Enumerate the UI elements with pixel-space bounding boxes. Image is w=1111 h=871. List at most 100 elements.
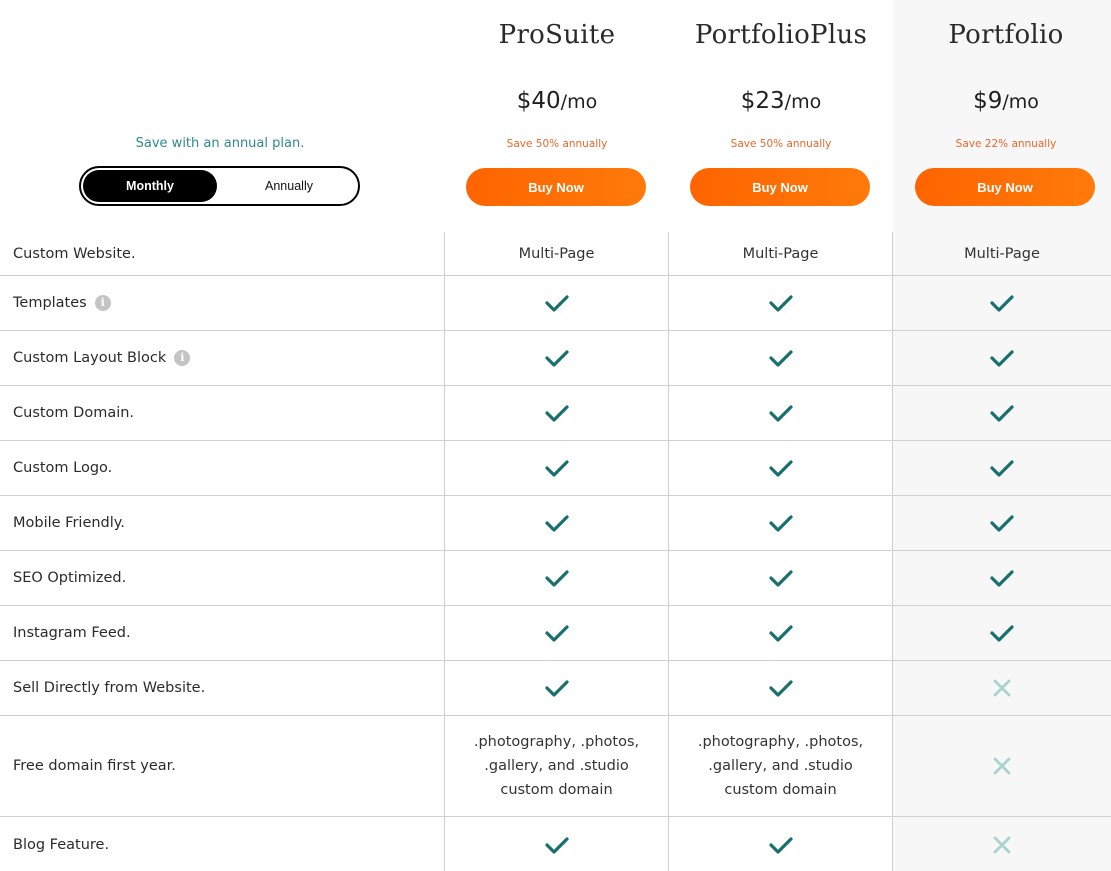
feature-value-prosuite xyxy=(445,386,669,440)
feature-label-text: Sell Directly from Website. xyxy=(13,680,206,696)
check-icon xyxy=(544,293,570,313)
feature-label-text: Custom Layout Block xyxy=(13,350,167,366)
feature-label: Mobile Friendly. xyxy=(0,496,445,550)
plan-savings: Save 50% annually xyxy=(506,138,608,150)
feature-value-portfolio xyxy=(893,331,1111,385)
check-icon xyxy=(768,458,794,478)
feature-value-prosuite xyxy=(445,331,669,385)
feature-row: Instagram Feed. xyxy=(0,606,1111,661)
check-icon xyxy=(989,293,1015,313)
plan-header-portfolioplus: PortfolioPlus $23/mo Save 50% annually B… xyxy=(669,0,893,232)
feature-value-portfolioplus xyxy=(669,441,893,495)
feature-value-portfolio xyxy=(893,276,1111,330)
feature-label-text: Blog Feature. xyxy=(13,836,110,853)
feature-row: Mobile Friendly. xyxy=(0,496,1111,551)
check-icon xyxy=(989,568,1015,588)
feature-label: Custom Domain. xyxy=(0,386,445,440)
price-amount: $40 xyxy=(516,88,561,114)
buy-now-button-portfolioplus[interactable]: Buy Now xyxy=(690,168,870,206)
feature-value-prosuite xyxy=(445,661,669,715)
check-icon xyxy=(768,835,794,855)
feature-value-prosuite xyxy=(445,441,669,495)
check-icon xyxy=(544,348,570,368)
feature-row: Blog Feature. xyxy=(0,817,1111,871)
check-icon xyxy=(544,623,570,643)
price-period: /mo xyxy=(1002,91,1039,113)
feature-value-portfolioplus xyxy=(669,276,893,330)
buy-now-button-portfolio[interactable]: Buy Now xyxy=(915,168,1095,206)
feature-label: Instagram Feed. xyxy=(0,606,445,660)
feature-value-portfolio: Multi-Page xyxy=(893,232,1111,275)
price-amount: $9 xyxy=(973,88,1003,114)
feature-value-portfolioplus xyxy=(669,661,893,715)
feature-value-prosuite xyxy=(445,606,669,660)
billing-period-toggle[interactable]: Monthly Annually xyxy=(79,166,360,206)
check-icon xyxy=(768,623,794,643)
feature-row: Custom Logo. xyxy=(0,441,1111,496)
check-icon xyxy=(768,678,794,698)
check-icon xyxy=(989,348,1015,368)
feature-label-text: Mobile Friendly. xyxy=(13,515,125,531)
toggle-monthly[interactable]: Monthly xyxy=(83,170,217,202)
check-icon xyxy=(544,513,570,533)
feature-value-portfolioplus xyxy=(669,817,893,871)
plan-name: Portfolio xyxy=(948,20,1064,50)
plan-price: $23/mo xyxy=(669,88,893,114)
plan-name: ProSuite xyxy=(498,20,616,50)
x-icon xyxy=(992,756,1012,776)
plan-header-portfolio: Portfolio $9/mo Save 22% annually Buy No… xyxy=(894,0,1111,232)
feature-label-text: Templates xyxy=(13,295,87,311)
feature-value-portfolio xyxy=(893,716,1111,816)
pricing-header: Save with an annual plan. Monthly Annual… xyxy=(0,0,1111,232)
feature-value-text: Multi-Page xyxy=(964,245,1040,262)
check-icon xyxy=(989,623,1015,643)
toggle-annually[interactable]: Annually xyxy=(222,170,356,202)
feature-value-portfolio xyxy=(893,551,1111,605)
check-icon xyxy=(768,568,794,588)
buy-now-button-prosuite[interactable]: Buy Now xyxy=(466,168,646,206)
feature-value-prosuite xyxy=(445,496,669,550)
check-icon xyxy=(768,348,794,368)
info-icon[interactable]: i xyxy=(174,350,191,366)
x-icon xyxy=(992,678,1012,698)
feature-label: Custom Website. xyxy=(0,232,445,275)
check-icon xyxy=(544,403,570,423)
feature-value-portfolio xyxy=(893,606,1111,660)
check-icon xyxy=(544,568,570,588)
feature-value-text: Multi-Page xyxy=(742,245,819,262)
feature-value-prosuite xyxy=(445,817,669,871)
feature-value-prosuite: .photography, .photos, .gallery, and .st… xyxy=(445,716,669,816)
feature-value-portfolioplus xyxy=(669,331,893,385)
feature-label: Sell Directly from Website. xyxy=(0,661,445,715)
feature-value-portfolioplus: Multi-Page xyxy=(669,232,893,275)
feature-value-portfolio xyxy=(893,817,1111,871)
price-amount: $23 xyxy=(740,88,785,114)
feature-label-text: SEO Optimized. xyxy=(13,570,127,586)
feature-label-text: Free domain first year. xyxy=(13,758,176,774)
feature-row: SEO Optimized. xyxy=(0,551,1111,606)
price-period: /mo xyxy=(560,91,598,113)
feature-label: SEO Optimized. xyxy=(0,551,445,605)
feature-value-text: .photography, .photos, .gallery, and .st… xyxy=(697,734,864,798)
feature-value-portfolioplus xyxy=(669,551,893,605)
feature-label-text: Custom Domain. xyxy=(13,405,135,421)
check-icon xyxy=(768,293,794,313)
feature-value-portfolioplus xyxy=(669,386,893,440)
check-icon xyxy=(989,403,1015,423)
feature-value-portfolio xyxy=(893,496,1111,550)
info-icon[interactable]: i xyxy=(94,295,111,311)
feature-comparison-table: Custom Website. Multi-Page Multi-Page Multi… xyxy=(0,232,1111,871)
x-icon xyxy=(992,835,1012,855)
feature-label-text: Instagram Feed. xyxy=(13,625,131,641)
check-icon xyxy=(989,458,1015,478)
feature-value-prosuite xyxy=(445,276,669,330)
feature-label: Free domain first year. xyxy=(0,716,445,816)
feature-value-portfolioplus xyxy=(669,606,893,660)
annual-plan-note: Save with an annual plan. xyxy=(135,136,305,151)
plan-savings: Save 50% annually xyxy=(730,138,832,150)
feature-value-portfolioplus xyxy=(669,496,893,550)
feature-label: Custom Layout Block i xyxy=(0,331,445,385)
feature-row: Custom Website. Multi-Page Multi-Page Multi… xyxy=(0,232,1111,276)
feature-value-text: Multi-Page xyxy=(518,245,595,262)
plan-name: PortfolioPlus xyxy=(694,20,868,50)
